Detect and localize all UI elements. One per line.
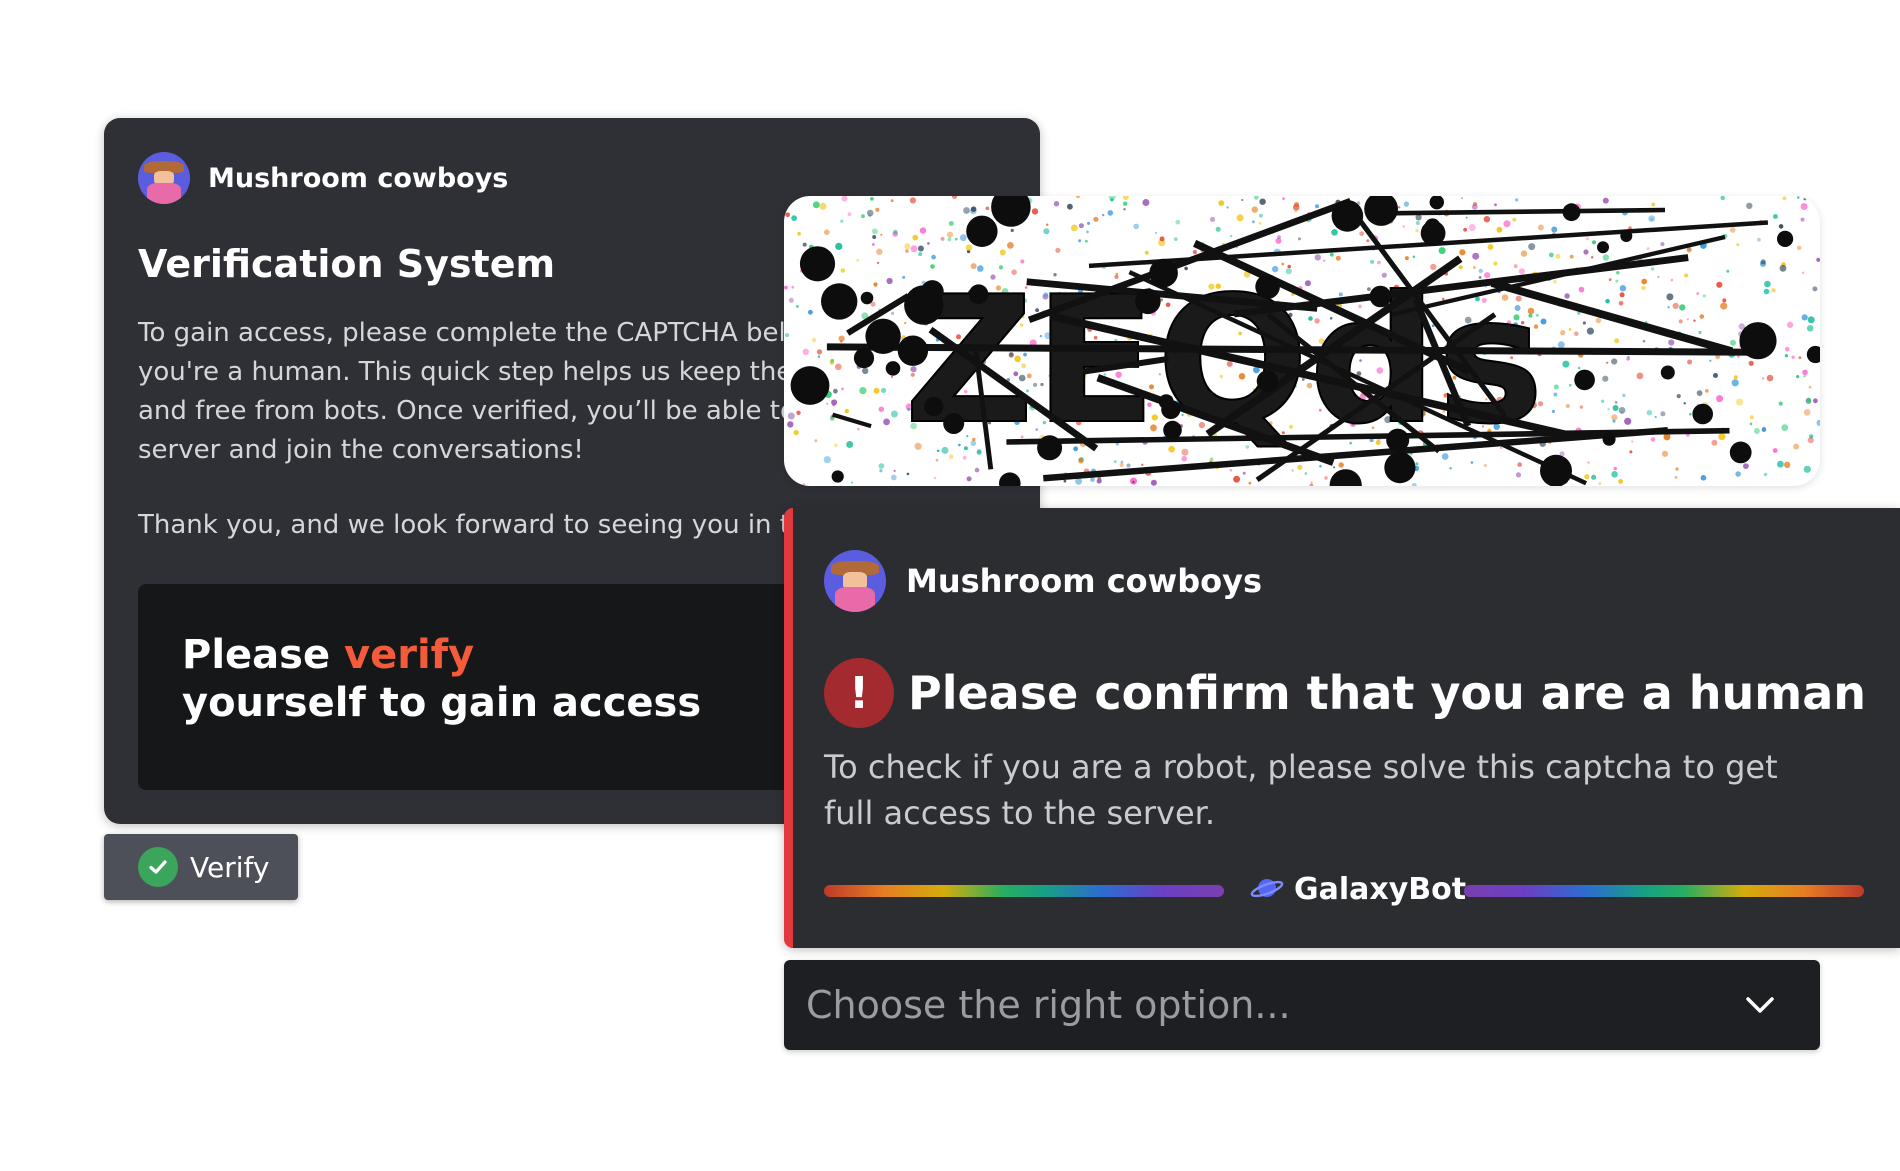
select-placeholder: Choose the right option... xyxy=(806,983,1291,1027)
embed-author: Mushroom cowboys xyxy=(824,550,1262,612)
verify-button-label: Verify xyxy=(190,850,270,884)
embed-description: To check if you are a robot, please solv… xyxy=(824,748,1778,832)
embed-headline: ! Please confirm that you are a human xyxy=(824,658,1866,728)
captcha-image: ZEQds xyxy=(784,196,1820,486)
footer-brand-name: GalaxyBot xyxy=(1294,872,1467,907)
card-thanks-text: Thank you, and we look forward to seeing… xyxy=(138,510,807,540)
embed-accent-bar xyxy=(784,508,793,948)
server-avatar[interactable] xyxy=(824,550,886,612)
banner-line-1: Please verify xyxy=(182,632,475,678)
card-author: Mushroom cowboys xyxy=(138,152,508,204)
author-name[interactable]: Mushroom cowboys xyxy=(208,163,508,194)
banner-accent-word: verify xyxy=(344,632,475,678)
embed-footer: GalaxyBot xyxy=(824,872,1864,908)
planet-icon xyxy=(1250,873,1284,907)
captcha-option-select[interactable]: Choose the right option... xyxy=(784,960,1820,1050)
footer-divider-left xyxy=(824,885,1224,897)
embed-title: Please confirm that you are a human xyxy=(908,666,1867,720)
exclamation-icon: ! xyxy=(824,658,894,728)
card-title: Verification System xyxy=(138,242,556,286)
captcha-embed: Mushroom cowboys ! Please confirm that y… xyxy=(784,508,1900,948)
verify-button[interactable]: Verify xyxy=(104,834,298,900)
footer-brand: GalaxyBot xyxy=(1250,872,1466,907)
embed-author-name[interactable]: Mushroom cowboys xyxy=(906,562,1262,600)
footer-divider-right xyxy=(1464,885,1864,897)
chevron-down-icon xyxy=(1744,990,1776,1024)
check-circle-icon xyxy=(138,847,178,887)
server-avatar[interactable] xyxy=(138,152,190,204)
banner-line-2: yourself to gain access xyxy=(182,680,702,726)
